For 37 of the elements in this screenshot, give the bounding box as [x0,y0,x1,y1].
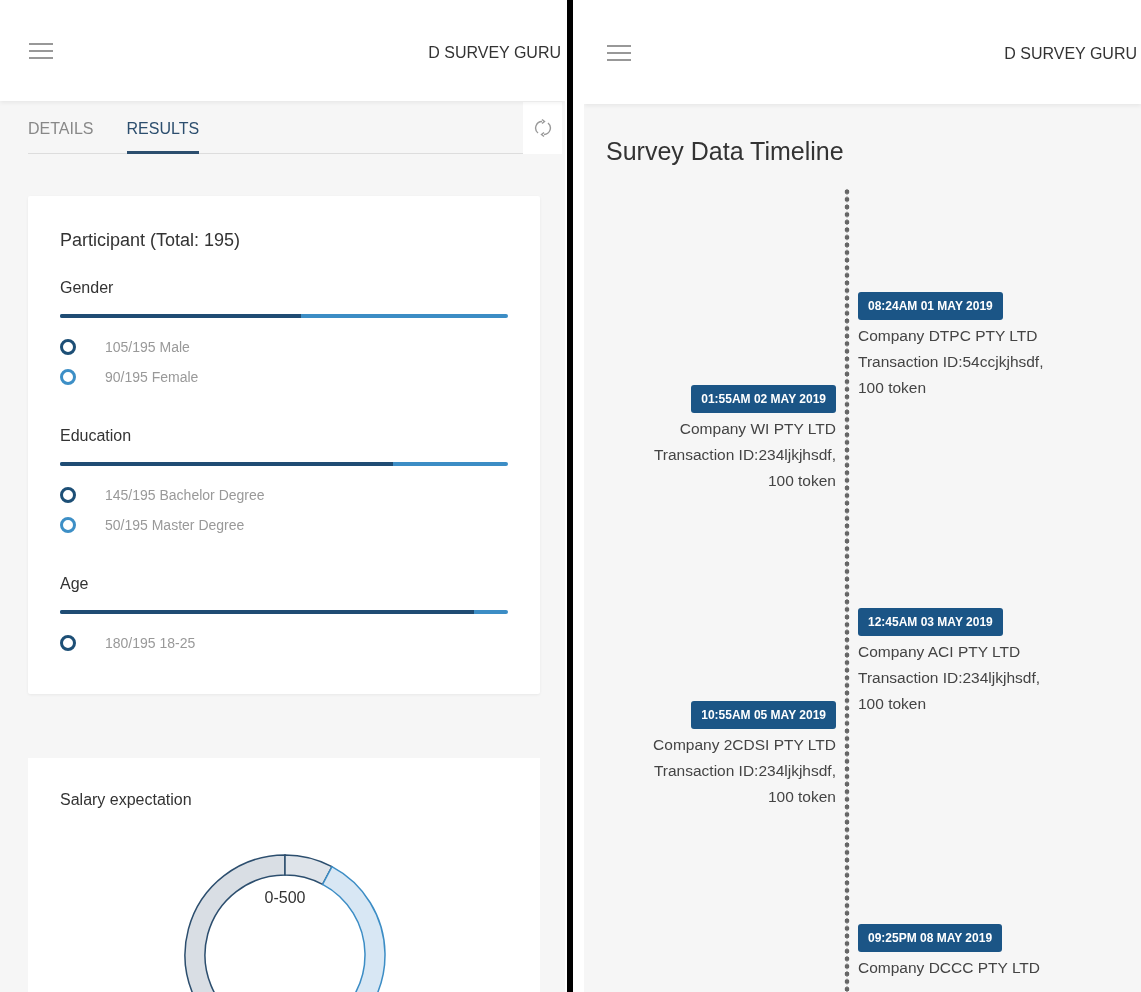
date-badge: 10:55AM 05 MAY 2019 [691,701,836,729]
date-badge: 08:24AM 01 MAY 2019 [858,292,1003,320]
token-amount: 100 token [767,471,836,491]
menu-icon [28,41,54,62]
page-title: Survey Data Timeline [606,136,845,166]
tab[interactable]: RESULTS [126,117,200,154]
refresh-button[interactable] [523,102,562,154]
menu-icon [606,42,632,63]
legend-text: 90/195 Female [105,367,199,387]
transaction-id: Transaction ID:234ljkjhsdf, [653,761,836,781]
legend-text: 50/195 Master Degree [105,515,245,535]
legend-text: 180/195 18-25 [105,633,196,653]
token-amount: 100 token [858,378,927,398]
transaction-id: Transaction ID:54ccjkjhsdf, [858,352,1044,372]
transaction-id: Transaction ID:234ljkjhsdf, [653,445,836,465]
company-name: Company DCCC PTY LTD [858,958,1040,978]
company-name: Company 2CDSI PTY LTD [653,735,836,755]
group-label: Education [60,425,133,446]
token-amount: 100 token [858,694,927,714]
transaction-id: Transaction ID:234ljkjhsdf, [858,668,1041,688]
legend-text: 105/195 Male [105,337,190,357]
group-label: Age [60,573,90,594]
token-amount: 100 token [767,787,836,807]
company-name: Company ACI PTY LTD [858,642,1021,662]
date-badge: 09:25PM 08 MAY 2019 [858,924,1003,952]
card-title: Participant (Total: 195) [60,230,242,252]
date-badge: 01:55AM 02 MAY 2019 [691,385,836,413]
company-name: Company WI PTY LTD [679,419,836,439]
card-title: Salary expectation [60,789,193,810]
refresh-icon [533,118,552,138]
donut-center-label: 0-500 [264,888,306,906]
date-badge: 12:45AM 03 MAY 2019 [858,608,1003,636]
app-title: D SURVEY GURU [428,42,561,63]
company-name: Company DTPC PTY LTD [858,326,1038,346]
legend-text: 145/195 Bachelor Degree [105,485,265,505]
app-title: D SURVEY GURU [1004,44,1137,64]
group-label: Gender [60,277,115,298]
